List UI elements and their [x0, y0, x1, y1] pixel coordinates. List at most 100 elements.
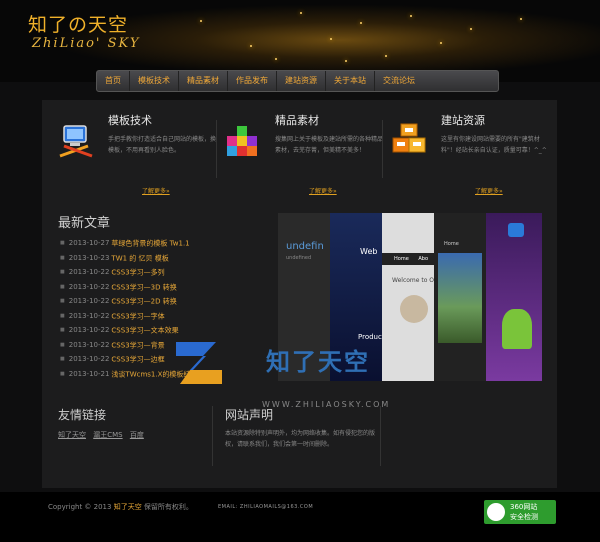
site-logo-cn[interactable]: 知了の天空	[28, 10, 128, 37]
watermark-text-en: WWW.ZHILIAOSKY.COM	[262, 400, 391, 409]
article-link[interactable]: CSS3学习—多列	[111, 268, 164, 276]
feature-more-link[interactable]: 了解更多»	[142, 186, 170, 195]
feature-more-link[interactable]: 了解更多»	[309, 186, 337, 195]
copyright-prefix: Copyright © 2013	[48, 503, 114, 511]
slide-nav-item: Home	[394, 256, 409, 262]
divider	[216, 120, 217, 178]
statement-text: 本站资源除特别声明外，均为网络收集。如有侵犯您的版权，请联系我们，我们会第一时间…	[225, 430, 376, 448]
list-item: 2013-10-23TW1 的 忆贝 模板	[60, 251, 260, 266]
sparkle	[275, 58, 277, 60]
slide-logo	[508, 223, 524, 237]
article-date: 2013-10-22	[68, 311, 110, 320]
article-link[interactable]: CSS3学习—字体	[111, 312, 164, 320]
slide-nav-item: Abo	[418, 256, 429, 262]
computer-tools-icon	[59, 125, 93, 158]
feature-desc: 搜集网上关于模板及建站所需的各种精品素材，去芜存菁，但美精不美多！	[275, 136, 384, 154]
slide-text: undefin	[286, 241, 324, 252]
sparkle	[440, 42, 442, 44]
copyright: Copyright © 2013 知了天空 保留所有权利。	[48, 502, 193, 512]
article-link[interactable]: 草绿色背景的模板 Tw1.1	[111, 239, 189, 247]
article-date: 2013-10-22	[68, 268, 110, 277]
friend-link[interactable]: 百度	[130, 431, 144, 439]
list-item: 2013-10-22CSS3学习—2D 转换	[60, 294, 260, 309]
feature-more-link[interactable]: 了解更多»	[475, 186, 503, 195]
feature-title: 精品素材	[275, 114, 319, 127]
badge-text: 360网站	[510, 503, 538, 511]
footer: Copyright © 2013 知了天空 保留所有权利。 EMAIL: ZHI…	[0, 492, 600, 542]
nav-about[interactable]: 关于本站	[326, 71, 375, 91]
colored-cubes-icon	[227, 126, 257, 156]
slide-panel[interactable]	[486, 213, 542, 381]
z-logo-icon	[176, 342, 222, 384]
sparkle	[200, 20, 202, 22]
divider	[380, 406, 381, 466]
feature-materials: 精品素材 搜集网上关于模板及建站所需的各种精品素材，去芜存菁，但美精不美多！ 了…	[225, 112, 385, 195]
sparkle	[470, 28, 472, 30]
divider	[212, 406, 213, 466]
slide-panel[interactable]: Home	[434, 213, 486, 381]
article-date: 2013-10-23	[68, 253, 110, 262]
article-date: 2013-10-22	[68, 297, 110, 306]
sparkle	[520, 18, 522, 20]
slide-text: Web	[360, 247, 378, 256]
nav-resources[interactable]: 建站资源	[277, 71, 326, 91]
article-link[interactable]: CSS3学习—文本效果	[111, 326, 178, 334]
article-date: 2013-10-22	[68, 326, 110, 335]
main-nav: 首页 模板技术 精品素材 作品发布 建站资源 关于本站 交流论坛	[96, 70, 499, 92]
copyright-suffix: 保留所有权利。	[141, 503, 193, 511]
site-logo-en[interactable]: ZhiLiao' SKY	[32, 36, 141, 51]
list-item: 2013-10-22CSS3学习—多列	[60, 265, 260, 280]
divider	[382, 120, 383, 178]
list-item: 2013-10-27草绿色背景的模板 Tw1.1	[60, 236, 260, 251]
shield-check-icon	[487, 503, 505, 521]
feature-title: 模板技术	[108, 114, 152, 127]
friend-link[interactable]: 知了天空	[58, 431, 86, 439]
article-date: 2013-10-22	[68, 340, 110, 349]
list-item: 2013-10-22CSS3学习—字体	[60, 309, 260, 324]
badge-text: 安全检测	[510, 513, 538, 521]
sparkle	[360, 22, 362, 24]
nav-materials[interactable]: 精品素材	[179, 71, 228, 91]
security-badge[interactable]: 360网站 安全检测	[484, 500, 556, 524]
sparkle	[330, 38, 332, 40]
sparkle	[385, 55, 387, 57]
slide-text: undefined	[286, 255, 312, 261]
friend-link[interactable]: 漏王CMS	[93, 431, 122, 439]
feature-templates: 模板技术 手把手教你打造适合自己网站的模板，换模板，不用再看别人脸色。 了解更多…	[58, 112, 218, 195]
list-item: 2013-10-22CSS3学习—文本效果	[60, 323, 260, 338]
nav-works[interactable]: 作品发布	[228, 71, 277, 91]
article-date: 2013-10-22	[68, 355, 110, 364]
main-content: 模板技术 手把手教你打造适合自己网站的模板，换模板，不用再看别人脸色。 了解更多…	[42, 100, 557, 488]
list-item: 2013-10-22CSS3学习—3D 转换	[60, 280, 260, 295]
watermark-logo: 知了天空 WWW.ZHILIAOSKY.COM	[176, 338, 416, 409]
article-link[interactable]: CSS3学习—背景	[111, 341, 164, 349]
friend-links: 知了天空 漏王CMS 百度	[58, 430, 149, 440]
articles-title: 最新文章	[58, 216, 111, 231]
feature-resources: 建站资源 这里有你建设网站需要的所有"建筑材料"！经站长亲自认证，质量可靠！^_…	[391, 112, 551, 195]
sparkle	[345, 60, 347, 62]
article-link[interactable]: CSS3学习—边框	[111, 355, 164, 363]
copyright-site[interactable]: 知了天空	[114, 503, 142, 511]
article-date: 2013-10-27	[68, 239, 110, 248]
orange-blocks-icon	[392, 123, 426, 153]
slide-nav: Home Abo	[382, 253, 434, 265]
article-date: 2013-10-21	[68, 369, 110, 378]
feature-title: 建站资源	[441, 114, 485, 127]
sparkle	[410, 15, 412, 17]
watermark-text-cn: 知了天空	[266, 348, 370, 376]
slide-image	[400, 295, 428, 323]
footer-email: EMAIL: ZHILIAOMAILS@163.COM	[218, 504, 314, 510]
article-link[interactable]: CSS3学习—3D 转换	[111, 283, 176, 291]
nav-forum[interactable]: 交流论坛	[375, 71, 423, 91]
slide-image	[502, 309, 532, 349]
nav-templates[interactable]: 模板技术	[130, 71, 179, 91]
slide-text: Home	[444, 241, 459, 247]
article-link[interactable]: CSS3学习—2D 转换	[111, 297, 176, 305]
links-title: 友情链接	[58, 408, 107, 422]
slide-image	[438, 253, 482, 343]
article-date: 2013-10-22	[68, 282, 110, 291]
sparkle	[300, 12, 302, 14]
article-link[interactable]: TW1 的 忆贝 模板	[111, 254, 168, 262]
feature-desc: 手把手教你打造适合自己网站的模板，换模板，不用再看别人脸色。	[108, 136, 217, 154]
nav-home[interactable]: 首页	[97, 71, 130, 91]
